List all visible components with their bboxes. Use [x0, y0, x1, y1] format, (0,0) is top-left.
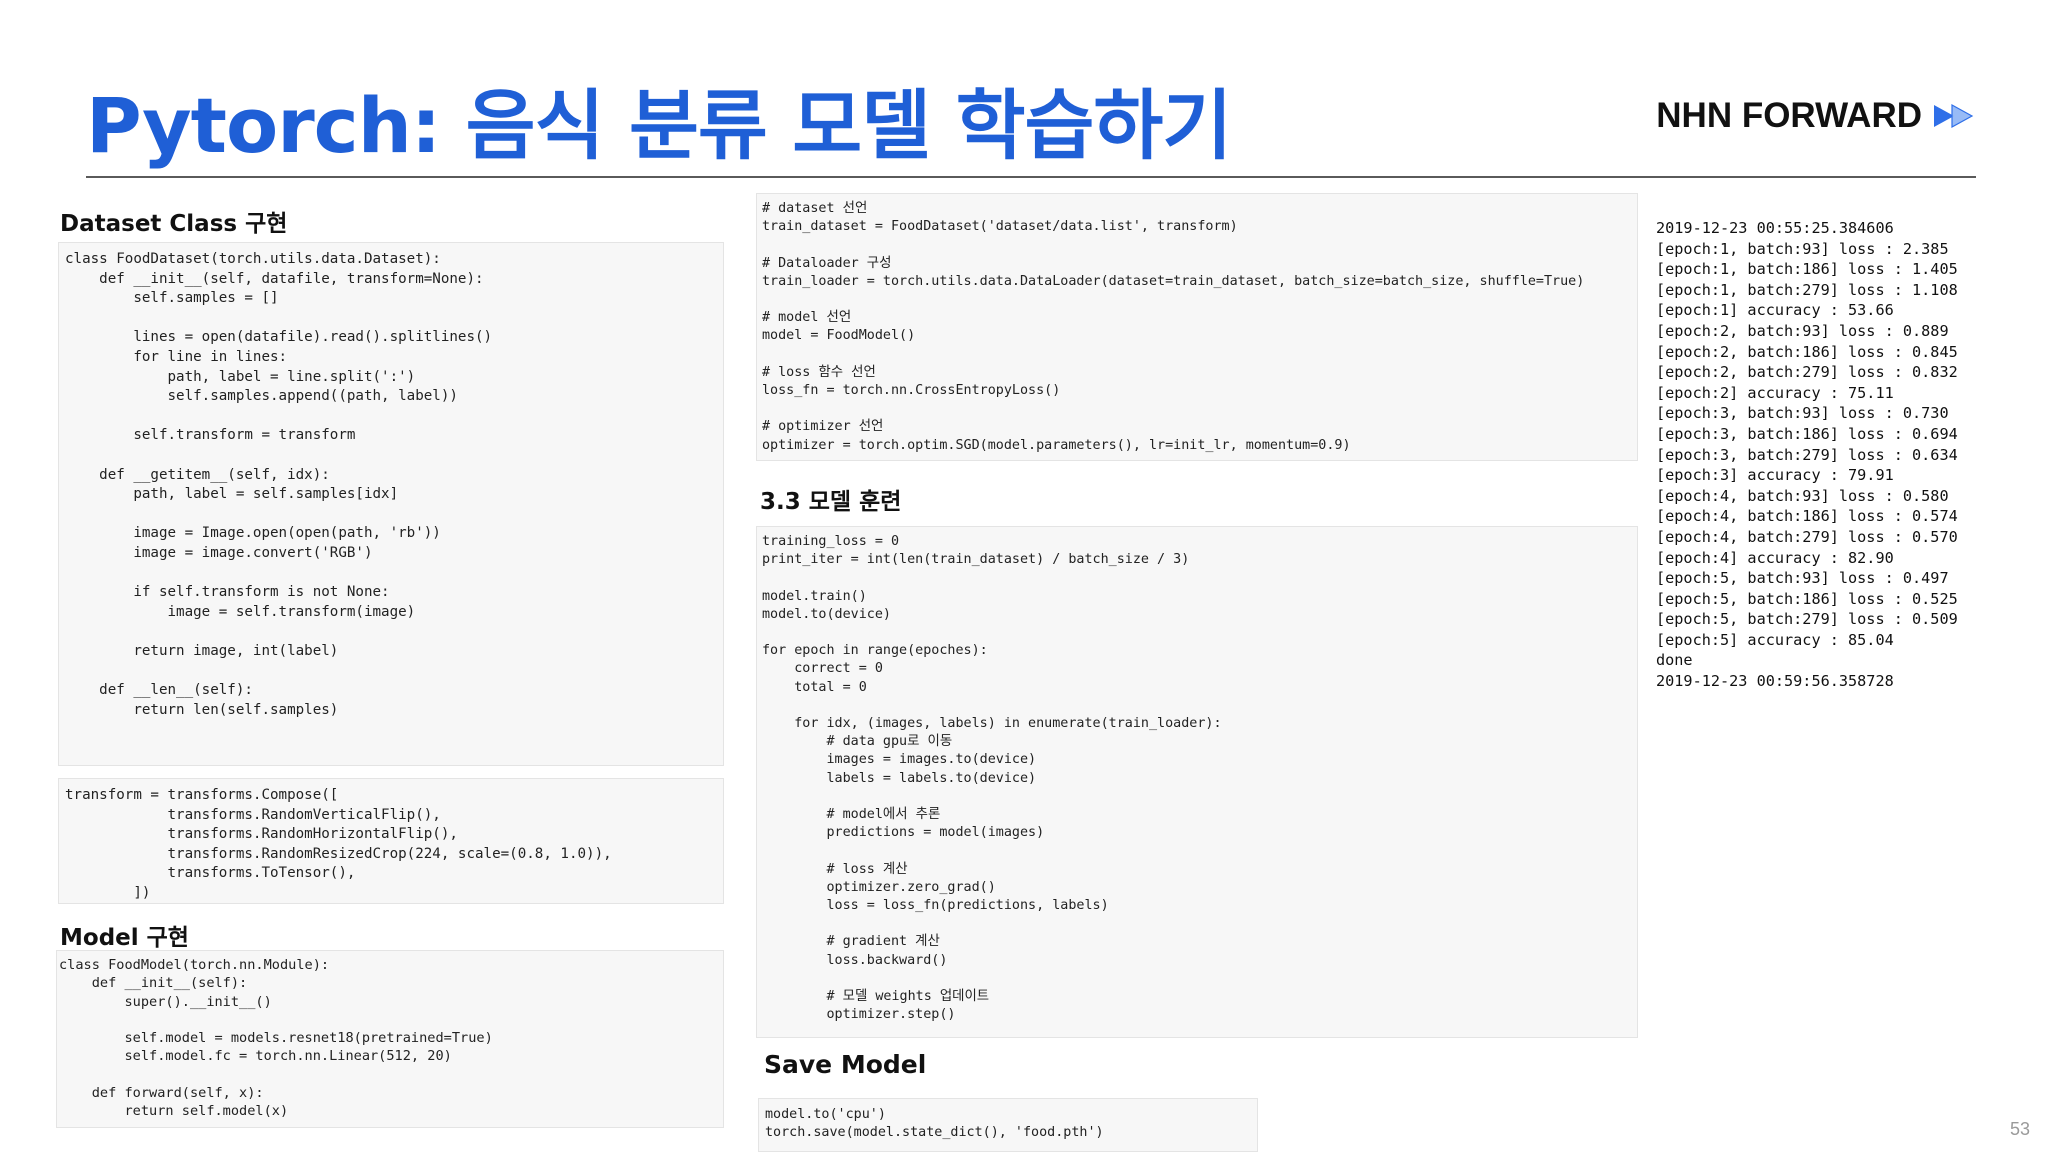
code-save-model: model.to('cpu') torch.save(model.state_d… — [758, 1098, 1258, 1152]
heading-model: Model 구현 — [60, 925, 189, 951]
code-dataset-class: class FoodDataset(torch.utils.data.Datas… — [58, 242, 724, 766]
code-training: training_loss = 0 print_iter = int(len(t… — [756, 526, 1638, 1038]
training-log-output: 2019-12-23 00:55:25.384606 [epoch:1, bat… — [1656, 219, 1958, 691]
code-model: class FoodModel(torch.nn.Module): def __… — [56, 950, 724, 1128]
code-setup: # dataset 선언 train_dataset = FoodDataset… — [756, 193, 1638, 461]
title-divider — [86, 176, 1976, 178]
double-arrow-icon — [1934, 103, 1974, 129]
brand-name: NHN FORWARD — [1656, 96, 1922, 135]
heading-training: 3.3 모델 훈련 — [760, 489, 902, 515]
code-transform: transform = transforms.Compose([ transfo… — [58, 778, 724, 904]
page-number: 53 — [2009, 1119, 2030, 1139]
brand-logo: NHN FORWARD — [1656, 96, 1978, 136]
slide-title: Pytorch: 음식 분류 모델 학습하기 — [86, 81, 1232, 170]
heading-save-model: Save Model — [764, 1050, 927, 1079]
heading-dataset-class: Dataset Class 구현 — [60, 211, 288, 237]
